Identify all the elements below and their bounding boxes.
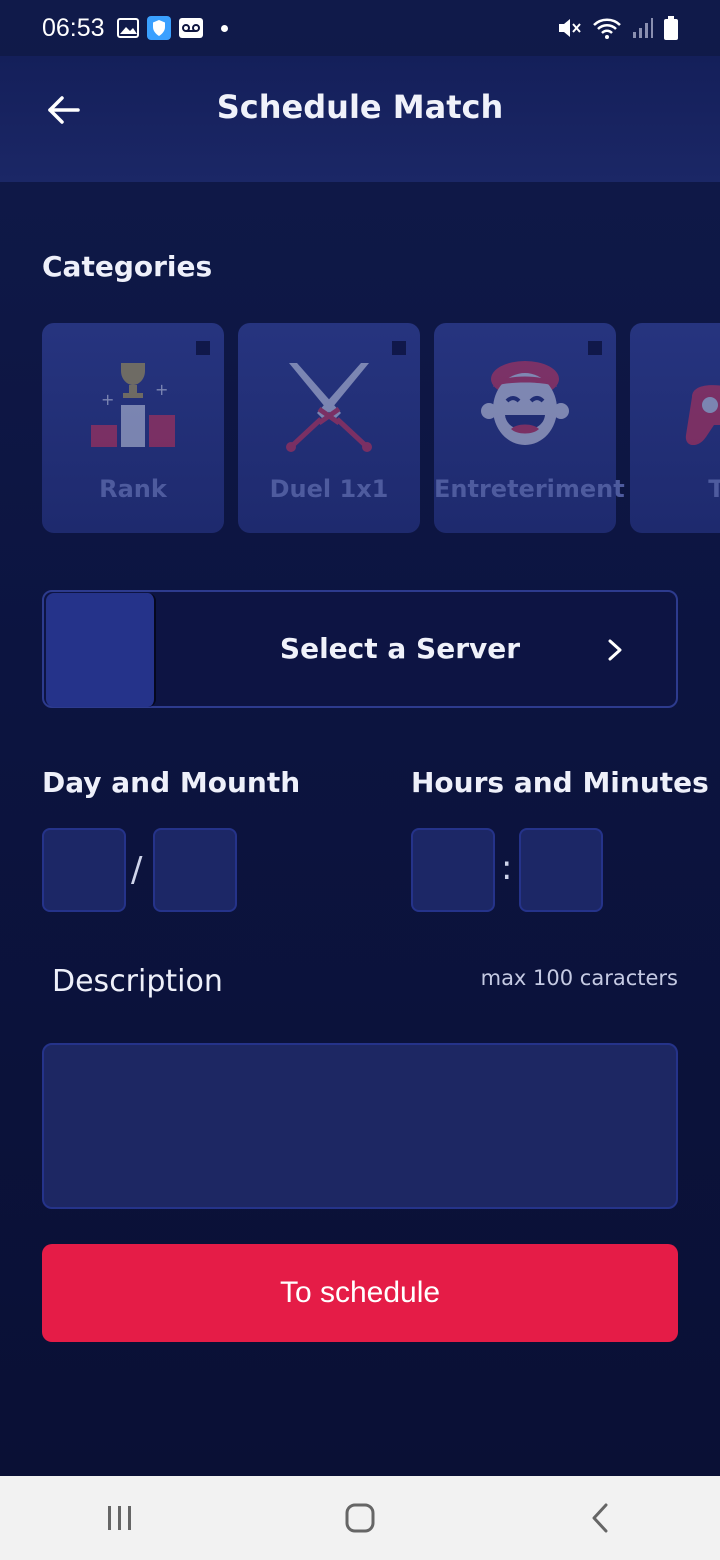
schedule-button[interactable]: To schedule <box>42 1244 678 1342</box>
system-back-button[interactable] <box>560 1488 640 1548</box>
home-icon <box>345 1503 375 1533</box>
screen: 06:53 Schedule Match Categories + + Rank… <box>0 0 720 1476</box>
category-card-rank[interactable]: + + Rank <box>42 323 224 533</box>
svg-text:+: + <box>101 390 114 409</box>
category-card-partial[interactable]: Tr <box>630 323 720 533</box>
status-bar: 06:53 <box>0 0 720 56</box>
page-title: Schedule Match <box>216 88 504 126</box>
category-checkbox[interactable] <box>588 341 602 355</box>
category-label: Rank <box>99 475 167 503</box>
gallery-icon <box>116 18 139 38</box>
category-card-entertainment[interactable]: Entreteriment <box>434 323 625 533</box>
notification-dot-icon <box>220 24 228 32</box>
time-separator: : <box>501 848 513 888</box>
description-input[interactable] <box>42 1043 678 1209</box>
category-checkbox[interactable] <box>196 341 210 355</box>
recent-apps-button[interactable] <box>80 1488 160 1548</box>
description-label: Description <box>52 964 223 999</box>
crossed-swords-icon <box>286 363 372 452</box>
category-checkbox[interactable] <box>392 341 406 355</box>
category-card-duel[interactable]: Duel 1x1 <box>238 323 420 533</box>
podium-icon: + + <box>91 363 175 447</box>
wifi-icon <box>593 18 621 39</box>
signal-icon <box>633 18 653 38</box>
server-thumbnail <box>46 593 156 707</box>
voicemail-icon <box>178 18 203 38</box>
date-separator: / <box>131 850 143 890</box>
time-title: Hours and Minutes <box>411 766 709 799</box>
server-select-label: Select a Server <box>279 632 521 665</box>
category-label: Tr <box>708 475 720 503</box>
status-notification-icons <box>116 16 228 40</box>
mute-icon <box>559 19 581 37</box>
chevron-right-icon <box>608 639 622 661</box>
categories-title: Categories <box>42 250 213 283</box>
app-header: Schedule Match <box>0 56 720 182</box>
date-title: Day and Mounth <box>42 766 301 799</box>
month-input[interactable] <box>153 828 237 912</box>
gamepad-icon <box>685 385 720 445</box>
category-label: Duel 1x1 <box>269 475 389 503</box>
minutes-input[interactable] <box>519 828 603 912</box>
server-select-button[interactable]: Select a Server <box>42 590 678 708</box>
day-input[interactable] <box>42 828 126 912</box>
hours-input[interactable] <box>411 828 495 912</box>
back-chevron-icon <box>592 1503 608 1533</box>
categories-carousel[interactable]: + + Rank Duel 1x1 Entreteriment T <box>42 323 720 533</box>
home-button[interactable] <box>320 1488 400 1548</box>
recent-apps-icon <box>108 1506 131 1530</box>
svg-text:+: + <box>155 380 168 399</box>
shield-icon <box>146 16 171 40</box>
laughing-face-icon <box>481 361 569 445</box>
description-max-hint: max 100 caracters <box>480 966 678 990</box>
category-label: Entreteriment <box>434 475 625 503</box>
system-navigation-bar <box>0 1476 720 1560</box>
status-time: 06:53 <box>42 13 105 42</box>
status-system-icons <box>556 16 678 40</box>
battery-icon <box>664 16 678 40</box>
